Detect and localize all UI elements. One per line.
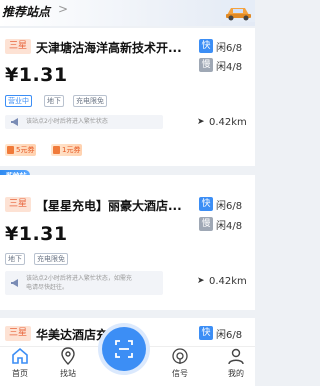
slow-charger-count: 闲4/8 <box>216 62 243 73</box>
navigate-arrow-icon[interactable]: ➤ <box>197 117 205 127</box>
fast-charger-badge: 快 <box>199 197 213 211</box>
fast-charger-badge: 快 <box>199 39 213 53</box>
signal-icon <box>172 348 188 364</box>
station-card[interactable]: 三星 【星星充电】丽豪大酒店... 快 闲6/8 慢 闲4/8 ¥1.31 地下… <box>0 175 255 310</box>
star-rating-badge: 三星 <box>5 39 31 54</box>
section-header: 推荐站点 > <box>0 0 255 26</box>
scan-button[interactable] <box>102 327 146 371</box>
coupon[interactable]: 1元券 <box>51 144 83 156</box>
person-icon <box>228 348 244 365</box>
tag: 地下 <box>44 95 64 107</box>
distance: 0.42km <box>209 117 247 128</box>
megaphone-icon <box>11 118 18 126</box>
coupon-label: 1元券 <box>62 146 81 154</box>
star-rating-badge: 三星 <box>5 326 31 341</box>
tag: 充电限免 <box>73 95 107 107</box>
coupon-icon <box>53 146 60 154</box>
station-name: 华美达酒店充... <box>36 328 106 342</box>
tab-label: 找站 <box>60 369 76 378</box>
coupon-label: 5元券 <box>16 146 35 154</box>
status-tag: 营业中 <box>5 95 32 107</box>
station-name: 天津塘沽海洋高新技术开... <box>36 41 182 55</box>
busy-notice: 该站点2小时后将进入繁忙状态，如需充 电请尽快赶往。 <box>5 271 163 295</box>
slow-charger-count: 闲4/8 <box>216 221 243 232</box>
tab-find-station[interactable]: 找站 <box>48 347 88 386</box>
tag: 充电限免 <box>34 253 68 265</box>
slow-charger-badge: 慢 <box>199 217 213 231</box>
price: ¥1.31 <box>5 64 68 86</box>
coupon[interactable]: 5元券 <box>5 144 37 156</box>
tab-profile[interactable]: 我的 <box>216 347 256 386</box>
station-name: 【星星充电】丽豪大酒店... <box>36 199 182 213</box>
location-pin-icon <box>61 347 75 365</box>
fast-charger-badge: 快 <box>199 326 213 340</box>
notice-text: 该站点2小时后将进入繁忙状态 <box>26 118 108 125</box>
tab-label: 我的 <box>228 369 244 378</box>
coupon-icon <box>7 146 14 154</box>
megaphone-icon <box>11 279 18 287</box>
notice-text-line2: 电请尽快赶往。 <box>26 284 69 291</box>
navigate-arrow-icon[interactable]: ➤ <box>197 276 205 286</box>
tag: 地下 <box>5 253 25 265</box>
tab-signal[interactable]: 信号 <box>160 347 200 386</box>
station-card[interactable]: 三星 天津塘沽海洋高新技术开... 快 闲6/8 慢 闲4/8 ¥1.31 营业… <box>0 28 255 166</box>
notice-text-line1: 该站点2小时后将进入繁忙状态，如需充 <box>26 275 132 282</box>
scan-icon <box>115 340 133 358</box>
car-illustration-icon <box>221 0 255 22</box>
slow-charger-badge: 慢 <box>199 58 213 72</box>
fast-charger-count: 闲6/8 <box>216 330 243 341</box>
busy-notice: 该站点2小时后将进入繁忙状态 <box>5 115 163 129</box>
home-icon <box>12 347 28 364</box>
tab-label: 信号 <box>172 369 188 378</box>
chevron-right-icon[interactable]: > <box>58 2 68 16</box>
star-rating-badge: 三星 <box>5 197 31 212</box>
section-title: 推荐站点 <box>2 5 51 19</box>
distance: 0.42km <box>209 276 247 287</box>
price: ¥1.31 <box>5 223 68 245</box>
fast-charger-count: 闲6/8 <box>216 43 243 54</box>
tab-label: 首页 <box>12 369 28 378</box>
fast-charger-count: 闲6/8 <box>216 201 243 212</box>
tab-home[interactable]: 首页 <box>0 347 40 386</box>
